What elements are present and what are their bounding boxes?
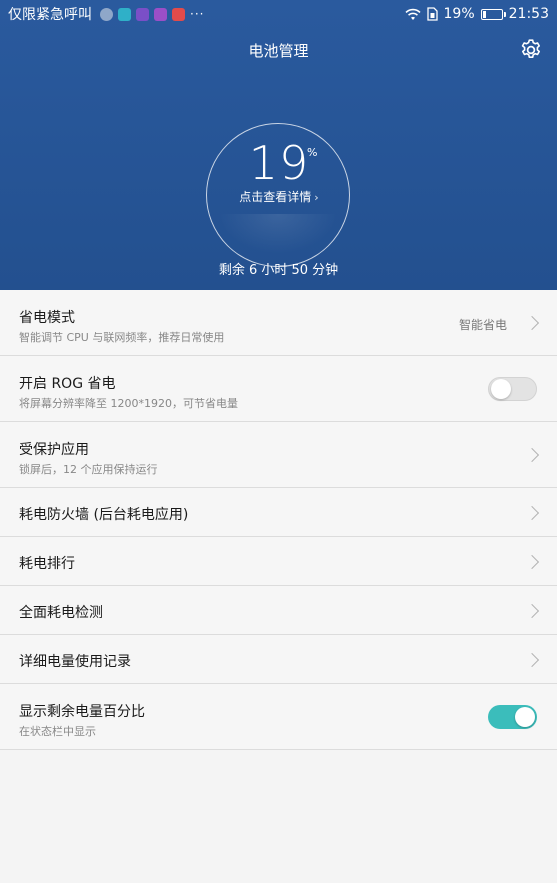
more-notifications: ··· (190, 7, 205, 21)
chevron-right-icon (524, 447, 540, 463)
settings-list: 省电模式 智能调节 CPU 与联网频率，推荐日常使用 智能省电 开启 ROG 省… (0, 290, 557, 750)
row-title: 受保护应用 (19, 442, 89, 458)
vpn-icon (100, 7, 113, 21)
page-title: 电池管理 (248, 42, 309, 60)
row-subtitle: 在状态栏中显示 (19, 725, 96, 738)
remaining-time: 剩余 6 小时 50 分钟 (218, 263, 339, 278)
row-title: 耗电排行 (19, 556, 75, 572)
app-icon-teal (118, 7, 131, 21)
rog-power-saving-row: 开启 ROG 省电 将屏幕分辨率降至 1200*1920，可节省电量 (0, 356, 557, 422)
gear-icon[interactable] (519, 38, 543, 62)
power-mode-value: 智能省电 (458, 318, 507, 332)
rog-toggle[interactable] (488, 377, 537, 401)
row-subtitle: 锁屏后，12 个应用保持运行 (19, 463, 158, 476)
battery-icon (480, 8, 506, 20)
percent-sign: % (307, 146, 318, 159)
view-details-label: 点击查看详情 (239, 190, 312, 204)
battery-ring[interactable]: 19 % 点击查看详情 › (206, 123, 350, 267)
chevron-right-icon (524, 315, 540, 331)
chevron-right-icon: › (314, 191, 319, 204)
usage-record-row[interactable]: 详细电量使用记录 (0, 635, 557, 684)
status-bar: 仅限紧急呼叫 ··· 19% 21:53 (0, 0, 557, 28)
wifi-icon (404, 8, 421, 20)
show-battery-percentage-row: 显示剩余电量百分比 在状态栏中显示 (0, 684, 557, 750)
power-saving-mode-row[interactable]: 省电模式 智能调节 CPU 与联网频率，推荐日常使用 智能省电 (0, 290, 557, 356)
power-firewall-row[interactable]: 耗电防火墙 (后台耗电应用) (0, 488, 557, 537)
row-subtitle: 智能调节 CPU 与联网频率，推荐日常使用 (19, 331, 225, 344)
row-title: 显示剩余电量百分比 (19, 704, 145, 720)
view-details-link[interactable]: 点击查看详情 › (207, 188, 351, 205)
full-power-check-row[interactable]: 全面耗电检测 (0, 586, 557, 635)
row-title: 开启 ROG 省电 (19, 376, 116, 392)
battery-header: 仅限紧急呼叫 ··· 19% 21:53 电池管理 19 % 点击查看详情 › … (0, 0, 557, 290)
row-title: 全面耗电检测 (19, 605, 103, 621)
row-title: 详细电量使用记录 (19, 654, 131, 670)
chevron-right-icon (524, 554, 540, 570)
chevron-right-icon (524, 652, 540, 668)
sim-icon (426, 7, 438, 21)
clock: 21:53 (508, 6, 549, 22)
carrier-text: 仅限紧急呼叫 (8, 7, 92, 23)
row-title: 省电模式 (19, 310, 75, 326)
app-icon-red (172, 7, 185, 21)
power-ranking-row[interactable]: 耗电排行 (0, 537, 557, 586)
chevron-right-icon (524, 603, 540, 619)
battery-percent-text: 19% (443, 6, 475, 22)
show-percentage-toggle[interactable] (488, 705, 537, 729)
battery-percent-value: 19 (248, 136, 310, 190)
protected-apps-row[interactable]: 受保护应用 锁屏后，12 个应用保持运行 (0, 422, 557, 488)
app-icon-violet (154, 7, 167, 21)
row-subtitle: 将屏幕分辨率降至 1200*1920，可节省电量 (19, 397, 238, 410)
row-title: 耗电防火墙 (后台耗电应用) (19, 507, 189, 523)
app-icon-purple (136, 7, 149, 21)
chevron-right-icon (524, 505, 540, 521)
